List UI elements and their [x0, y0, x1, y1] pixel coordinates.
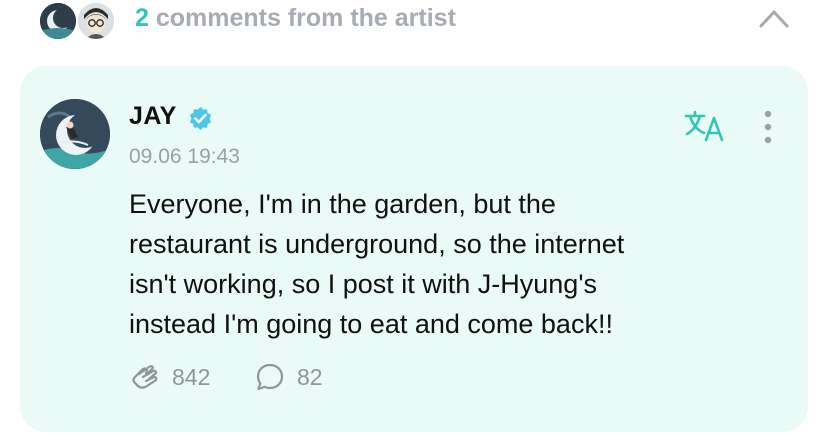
avatar [76, 1, 116, 41]
comment-timestamp: 09.06 19:43 [129, 145, 240, 168]
chevron-up-icon[interactable] [757, 6, 791, 30]
comment-line: Everyone, I'm in the garden, but the [129, 189, 556, 219]
author-name[interactable]: JAY [129, 102, 177, 131]
comment-line: instead I'm going to eat and come back!! [129, 309, 613, 339]
like-icon[interactable] [129, 361, 161, 393]
header-title-text: comments from the artist [148, 4, 456, 32]
artist-comment-card: JAY 09.06 19:43 Everyone, I'm in the gar… [20, 66, 808, 432]
reply-count: 82 [297, 364, 323, 390]
avatar [38, 1, 78, 41]
comment-line: isn't working, so I post it with J-Hyung… [129, 269, 597, 299]
comment-line: restaurant is underground, so the intern… [129, 229, 625, 259]
more-vertical-icon[interactable] [758, 109, 778, 147]
artist-comments-header[interactable]: 2 comments from the artist [0, 0, 828, 42]
verified-badge-icon [188, 106, 213, 131]
author-avatar[interactable] [40, 99, 110, 169]
comment-text: Everyone, I'm in the garden, but the res… [129, 184, 769, 344]
header-title: 2 comments from the artist [135, 4, 456, 33]
like-count: 842 [172, 364, 211, 390]
translate-icon[interactable] [684, 109, 726, 143]
artist-avatars [38, 0, 128, 41]
comment-bubble-icon[interactable] [254, 361, 286, 393]
comment-count: 2 [135, 4, 149, 32]
comments-panel: 2 comments from the artist JAY 09.06 19:… [0, 0, 828, 448]
